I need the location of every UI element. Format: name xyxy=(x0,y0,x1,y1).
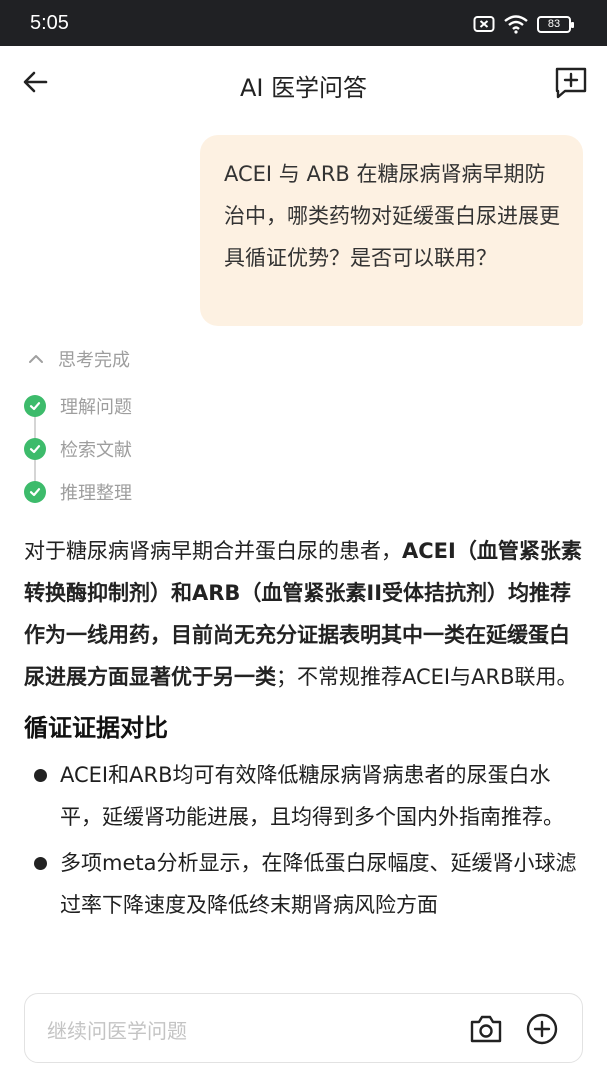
input-placeholder: 继续问医学问题 xyxy=(47,1019,187,1043)
wifi-icon xyxy=(504,15,528,34)
question-input[interactable]: 继续问医学问题 xyxy=(24,993,583,1063)
thinking-step: 推理整理 xyxy=(24,470,324,513)
list-item-text: ACEI和ARB均可有效降低糖尿病肾病患者的尿蛋白水平，延缓肾功能进展，且均得到… xyxy=(60,763,564,829)
page-title: AI 医学问答 xyxy=(239,74,368,102)
check-circle-icon xyxy=(24,394,46,417)
list-item: 多项meta分析显示，在降低蛋白尿幅度、延缓肾小球滤过率下降速度及降低终末期肾病… xyxy=(24,842,584,926)
app-bar: AI 医学问答 xyxy=(0,46,607,118)
battery-icon: 83 xyxy=(537,15,574,33)
thinking-steps: 理解问题 检索文献 推理整理 xyxy=(24,384,324,513)
section-title: 循证证据对比 xyxy=(24,714,168,742)
thinking-toggle[interactable]: 思考完成 xyxy=(24,342,324,376)
ai-answer: 对于糖尿病肾病早期合并蛋白尿的患者，ACEI（血管紧张素转换酶抑制剂）和ARB（… xyxy=(24,530,584,926)
chevron-up-icon xyxy=(29,355,43,363)
new-chat-icon[interactable] xyxy=(553,64,589,100)
status-time: 5:05 xyxy=(30,12,69,34)
battery-level: 83 xyxy=(547,17,561,30)
thinking-panel: 思考完成 理解问题 检索文献 推理整理 xyxy=(24,342,324,513)
list-item: ACEI和ARB均可有效降低糖尿病肾病患者的尿蛋白水平，延缓肾功能进展，且均得到… xyxy=(24,754,584,838)
answer-intro-tail: ；不常规推荐ACEI与ARB联用。 xyxy=(276,665,578,689)
no-sim-icon xyxy=(473,16,495,32)
status-icons: 83 xyxy=(473,14,574,34)
check-circle-icon xyxy=(24,480,46,503)
check-circle-icon xyxy=(24,437,46,460)
composer-area: 继续问医学问题 xyxy=(0,972,607,1080)
user-message-bubble: ACEI 与 ARB 在糖尿病肾病早期防治中，哪类药物对延缓蛋白尿进展更具循证优… xyxy=(200,135,583,326)
camera-icon[interactable] xyxy=(468,1012,504,1046)
thinking-step-label: 推理整理 xyxy=(60,482,132,504)
thinking-step: 检索文献 xyxy=(24,427,324,470)
thinking-step-label: 理解问题 xyxy=(60,396,132,418)
thinking-step: 理解问题 xyxy=(24,384,324,427)
thinking-status: 思考完成 xyxy=(58,350,130,371)
status-bar: 5:05 83 xyxy=(0,0,607,46)
answer-intro-text: 对于糖尿病肾病早期合并蛋白尿的患者， xyxy=(24,539,402,563)
answer-intro: 对于糖尿病肾病早期合并蛋白尿的患者，ACEI（血管紧张素转换酶抑制剂）和ARB（… xyxy=(24,530,584,698)
user-message-text: ACEI 与 ARB 在糖尿病肾病早期防治中，哪类药物对延缓蛋白尿进展更具循证优… xyxy=(224,162,560,270)
list-item-text: 多项meta分析显示，在降低蛋白尿幅度、延缓肾小球滤过率下降速度及降低终末期肾病… xyxy=(60,851,577,917)
add-circle-icon[interactable] xyxy=(524,1011,560,1047)
thinking-step-label: 检索文献 xyxy=(60,439,132,461)
